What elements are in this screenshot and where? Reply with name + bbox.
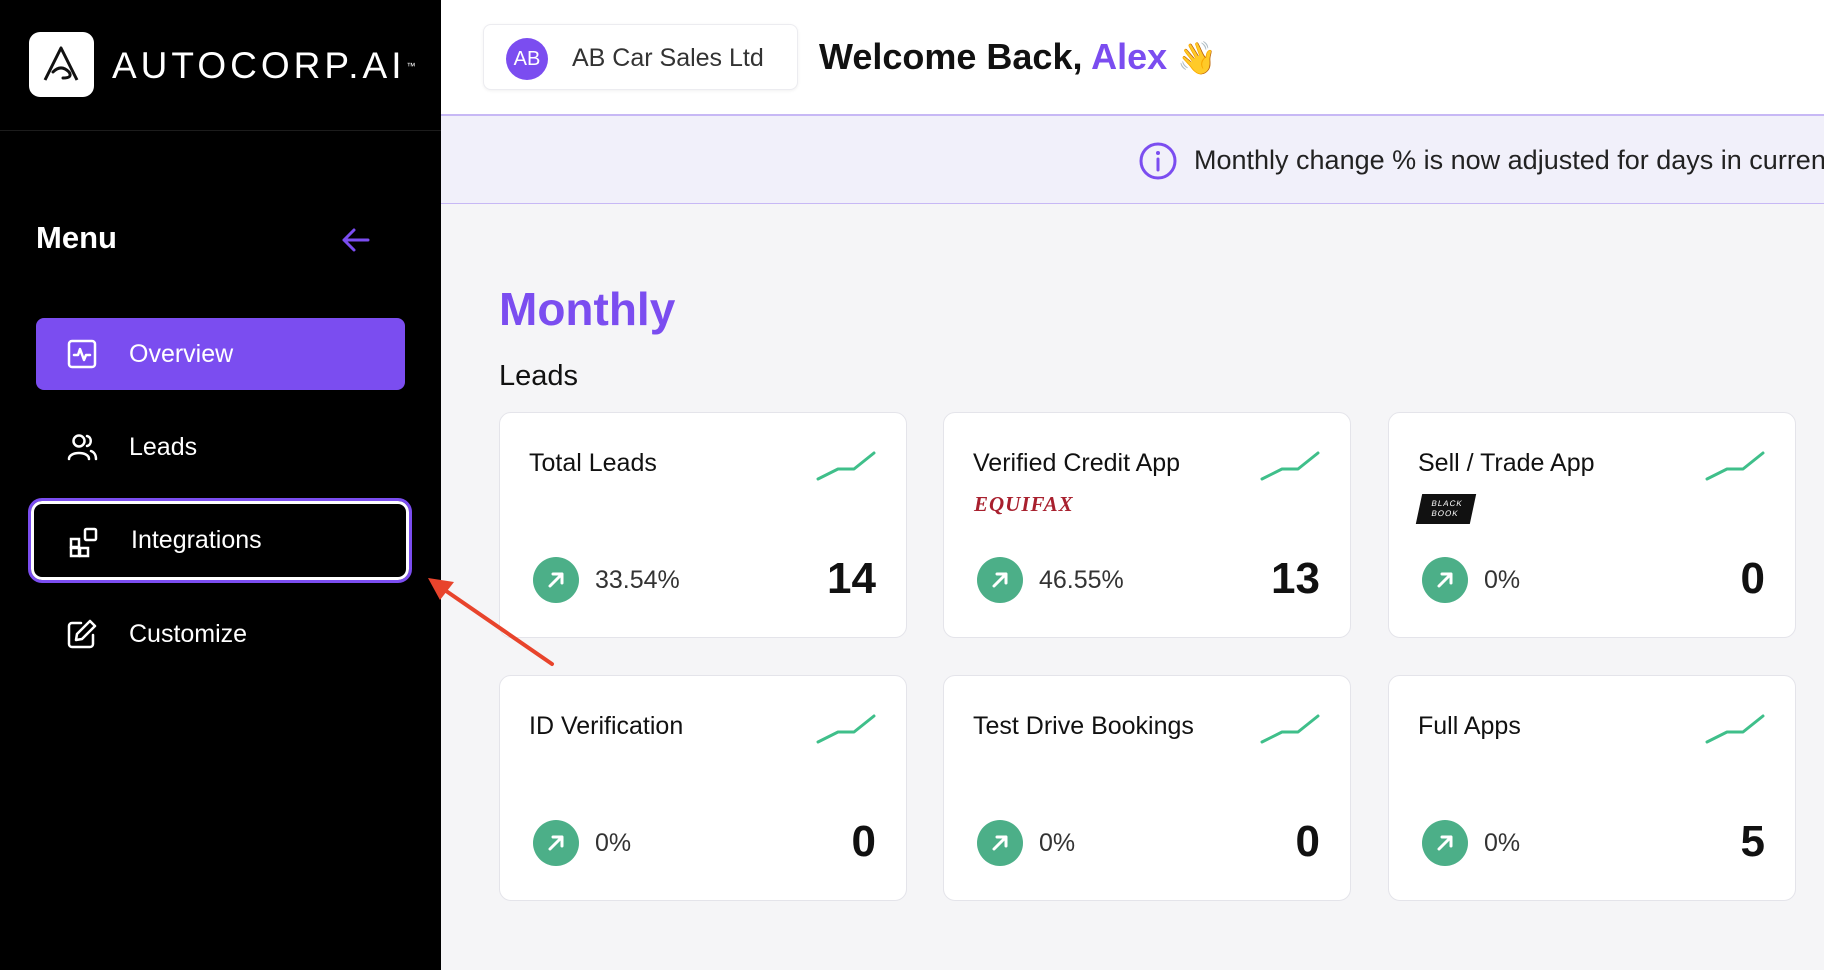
- company-avatar: AB: [506, 38, 548, 80]
- sidebar: AUTOCORP.AI™ Menu Overview Leads Integra…: [0, 0, 441, 970]
- arrow-left-icon: [342, 228, 370, 252]
- card-title: Sell / Trade App: [1418, 449, 1595, 477]
- card-change: 46.55%: [1039, 566, 1124, 594]
- user-name: Alex: [1091, 36, 1168, 77]
- stat-card-total-leads[interactable]: Total Leads 33.54% 14: [499, 412, 907, 638]
- users-icon: [67, 434, 98, 461]
- autocorp-logo-icon: [29, 32, 94, 97]
- card-value: 13: [1271, 554, 1320, 603]
- arrow-up-right-icon: [1422, 820, 1468, 866]
- card-value: 0: [1295, 817, 1320, 866]
- card-value: 0: [851, 817, 876, 866]
- stat-card-verified-credit-app[interactable]: Verified Credit App EQUIFAX 46.55% 13: [943, 412, 1351, 638]
- card-change: 0%: [1484, 829, 1521, 857]
- info-icon: [1139, 142, 1177, 180]
- sidebar-item-label: Leads: [129, 433, 198, 461]
- company-selector[interactable]: AB AB Car Sales Ltd: [483, 24, 798, 90]
- sidebar-item-customize[interactable]: Customize: [36, 598, 405, 670]
- card-title: Test Drive Bookings: [973, 712, 1194, 740]
- section-title: Monthly: [499, 283, 676, 335]
- arrow-up-right-icon: [533, 820, 579, 866]
- menu-title: Menu: [36, 220, 117, 255]
- company-name: AB Car Sales Ltd: [572, 44, 764, 72]
- wave-hand-icon: 👋: [1177, 40, 1218, 76]
- integrations-icon: [69, 527, 98, 558]
- brand-name: AUTOCORP.AI™: [112, 45, 416, 86]
- arrow-up-right-icon: [977, 557, 1023, 603]
- card-value: 14: [827, 554, 876, 603]
- card-title: Total Leads: [529, 449, 657, 477]
- sidebar-item-label: Integrations: [131, 526, 262, 554]
- trend-up-sparkline-icon: [1260, 714, 1320, 744]
- card-title: Verified Credit App: [973, 449, 1181, 477]
- card-change: 33.54%: [595, 566, 680, 594]
- stat-card-id-verification[interactable]: ID Verification 0% 0: [499, 675, 907, 901]
- subsection-title: Leads: [499, 360, 579, 392]
- card-change: 0%: [1484, 566, 1521, 594]
- brand-header: AUTOCORP.AI™: [0, 0, 441, 131]
- annotation-arrow-icon: [428, 578, 554, 666]
- top-bar: AB AB Car Sales Ltd Welcome Back, Alex 👋: [441, 0, 1824, 116]
- sidebar-item-label: Customize: [129, 620, 248, 648]
- sidebar-item-label: Overview: [129, 340, 234, 368]
- card-title: ID Verification: [529, 712, 684, 740]
- welcome-message: Welcome Back, Alex 👋: [819, 36, 1218, 77]
- card-value: 5: [1740, 817, 1765, 866]
- trend-up-sparkline-icon: [1705, 451, 1765, 481]
- black-book-logo: BLACK BOOK: [1415, 494, 1477, 524]
- card-title: Full Apps: [1418, 712, 1521, 740]
- stat-card-full-apps[interactable]: Full Apps 0% 5: [1388, 675, 1796, 901]
- banner-text: Monthly change % is now adjusted for day…: [1194, 145, 1824, 175]
- card-value: 0: [1740, 554, 1765, 603]
- edit-icon: [67, 619, 97, 649]
- arrow-up-right-icon: [977, 820, 1023, 866]
- info-banner: Monthly change % is now adjusted for day…: [441, 116, 1824, 204]
- activity-icon: [67, 339, 97, 369]
- equifax-logo: EQUIFAX: [974, 492, 1074, 516]
- stat-card-test-drive-bookings[interactable]: Test Drive Bookings 0% 0: [943, 675, 1351, 901]
- trend-up-sparkline-icon: [816, 451, 876, 481]
- stat-card-sell-trade-app[interactable]: Sell / Trade App BLACK BOOK 0% 0: [1388, 412, 1796, 638]
- sidebar-item-overview[interactable]: Overview: [36, 318, 405, 390]
- card-change: 0%: [595, 829, 632, 857]
- trend-up-sparkline-icon: [1705, 714, 1765, 744]
- sidebar-item-leads[interactable]: Leads: [36, 411, 405, 483]
- trend-up-sparkline-icon: [1260, 451, 1320, 481]
- trend-up-sparkline-icon: [816, 714, 876, 744]
- collapse-sidebar-button[interactable]: [336, 220, 376, 260]
- arrow-up-right-icon: [1422, 557, 1468, 603]
- sidebar-item-integrations[interactable]: Integrations: [28, 498, 412, 583]
- card-change: 0%: [1039, 829, 1076, 857]
